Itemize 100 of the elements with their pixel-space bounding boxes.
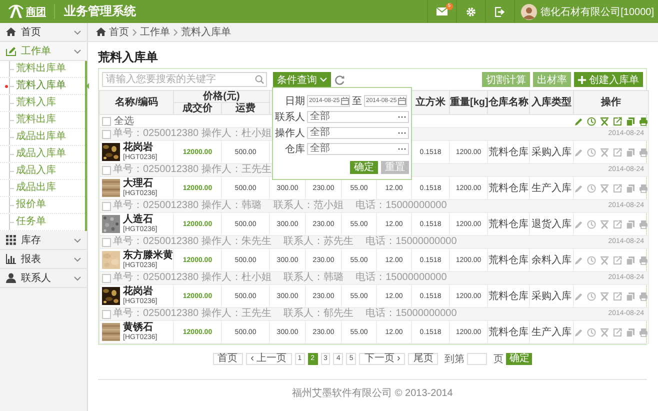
- clock-icon[interactable]: [587, 220, 596, 228]
- product-name[interactable]: 人造石: [123, 214, 158, 225]
- pencil-icon[interactable]: [574, 256, 584, 264]
- checkbox[interactable]: [102, 130, 111, 138]
- sidebar-item[interactable]: 库存: [0, 231, 87, 250]
- sidebar-subitem[interactable]: 成品出库: [0, 180, 85, 197]
- breadcrumb-link[interactable]: 首页: [109, 25, 129, 39]
- sidebar-subitem[interactable]: 报价单: [0, 197, 85, 214]
- checkbox[interactable]: [102, 310, 111, 318]
- copy-icon[interactable]: [626, 256, 636, 264]
- sidebar-subitem[interactable]: 成品入库: [0, 163, 85, 180]
- search-icon[interactable]: [255, 75, 264, 84]
- export-icon[interactable]: [613, 184, 622, 192]
- print-icon[interactable]: [639, 292, 648, 300]
- cross-icon[interactable]: [600, 184, 610, 192]
- settings-icon[interactable]: [466, 6, 476, 16]
- pencil-icon[interactable]: [574, 328, 584, 336]
- export-icon[interactable]: [613, 256, 622, 264]
- export-icon[interactable]: [613, 292, 622, 300]
- cross-icon[interactable]: [600, 256, 610, 264]
- pencil-icon[interactable]: [574, 220, 584, 228]
- checkbox[interactable]: [102, 166, 111, 174]
- print-icon[interactable]: [639, 184, 648, 192]
- select-field[interactable]: 全部: [307, 127, 409, 139]
- checkbox[interactable]: [102, 116, 111, 126]
- cross-icon[interactable]: [600, 328, 610, 336]
- clock-icon[interactable]: [587, 256, 596, 264]
- cross-icon[interactable]: [600, 116, 609, 126]
- export-icon[interactable]: [613, 148, 622, 156]
- pencil-icon[interactable]: [574, 292, 584, 300]
- product-name[interactable]: 黄锈石: [123, 322, 158, 333]
- clock-icon[interactable]: [586, 116, 596, 126]
- breadcrumb-link[interactable]: 工作单: [140, 25, 170, 39]
- print-icon[interactable]: [639, 220, 648, 228]
- action-button[interactable]: 创建入库单: [574, 72, 643, 87]
- copy-icon[interactable]: [626, 328, 636, 336]
- checkbox[interactable]: [102, 274, 111, 282]
- chevron-down-icon: [74, 256, 81, 262]
- sidebar-item[interactable]: 联系人: [0, 269, 87, 288]
- home-icon[interactable]: [96, 27, 106, 37]
- export-icon[interactable]: [613, 220, 622, 228]
- chevron-down-icon: [74, 48, 81, 54]
- product-name[interactable]: 大理石: [123, 178, 158, 189]
- search-field[interactable]: 请输入您要搜索的关键字: [102, 72, 267, 87]
- cross-icon[interactable]: [600, 148, 610, 156]
- chevron-right-icon: [132, 28, 137, 36]
- page-button[interactable]: 下一页 ›: [359, 353, 406, 365]
- copy-icon[interactable]: [626, 116, 635, 126]
- sidebar-item[interactable]: 工作单: [0, 42, 87, 61]
- pencil-icon[interactable]: [574, 184, 584, 192]
- sidebar-subitem[interactable]: 荒料出库单: [0, 61, 85, 78]
- page-button[interactable]: ‹ 上一页: [246, 353, 292, 365]
- select-field[interactable]: 全部: [307, 143, 409, 155]
- select-field[interactable]: 全部: [307, 111, 409, 123]
- sidebar-subitem[interactable]: 荒料出库: [0, 112, 85, 129]
- print-icon[interactable]: [639, 148, 648, 156]
- sidebar-item[interactable]: 报表: [0, 250, 87, 269]
- logo-icon: [8, 4, 24, 19]
- clock-icon[interactable]: [587, 292, 596, 300]
- calendar-icon[interactable]: [341, 97, 349, 105]
- pencil-icon[interactable]: [574, 148, 584, 156]
- go-button[interactable]: 确定: [506, 353, 532, 365]
- export-icon[interactable]: [613, 328, 622, 336]
- export-icon[interactable]: [612, 116, 622, 126]
- copy-icon[interactable]: [626, 292, 636, 300]
- product-name[interactable]: 花岗岩: [123, 286, 158, 297]
- product-name[interactable]: 东方滕米黄: [123, 250, 173, 261]
- avatar-icon[interactable]: [520, 4, 537, 20]
- cross-icon[interactable]: [600, 292, 610, 300]
- user-name[interactable]: 德化石材有限公司[10000]: [540, 4, 654, 18]
- checkbox[interactable]: [102, 238, 111, 246]
- mail-icon[interactable]: [436, 7, 448, 16]
- copy-icon[interactable]: [626, 148, 636, 156]
- page-button[interactable]: 首页: [212, 353, 243, 365]
- sidebar-subitem[interactable]: 荒料入库: [0, 95, 85, 112]
- logo-text: 商团: [26, 5, 46, 18]
- print-icon[interactable]: [639, 328, 648, 336]
- copy-icon[interactable]: [626, 184, 636, 192]
- calendar-icon[interactable]: [398, 97, 406, 105]
- logout-icon[interactable]: [494, 6, 505, 16]
- page-field[interactable]: [467, 353, 488, 365]
- order-number: 单号：0250012380: [113, 200, 199, 212]
- clock-icon[interactable]: [587, 328, 596, 336]
- page-button[interactable]: 尾页: [408, 353, 438, 365]
- copy-icon[interactable]: [626, 220, 636, 228]
- sidebar-subitem[interactable]: 成品入库单: [0, 146, 85, 163]
- pencil-icon[interactable]: [574, 116, 583, 126]
- filter-button[interactable]: 条件查询: [273, 72, 331, 87]
- cross-icon[interactable]: [600, 220, 610, 228]
- refresh-icon[interactable]: [335, 74, 345, 84]
- sidebar-subitem[interactable]: 成品出库单: [0, 129, 85, 146]
- product-name[interactable]: 花岗岩: [123, 142, 158, 153]
- print-icon[interactable]: [639, 256, 648, 264]
- clock-icon[interactable]: [587, 184, 596, 192]
- checkbox[interactable]: [102, 202, 111, 210]
- select-all-label[interactable]: 全选: [114, 114, 134, 128]
- sidebar-subitem[interactable]: 任务单: [0, 214, 85, 231]
- confirm-button[interactable]: 确定: [350, 160, 378, 174]
- print-icon[interactable]: [638, 116, 648, 126]
- clock-icon[interactable]: [587, 148, 596, 156]
